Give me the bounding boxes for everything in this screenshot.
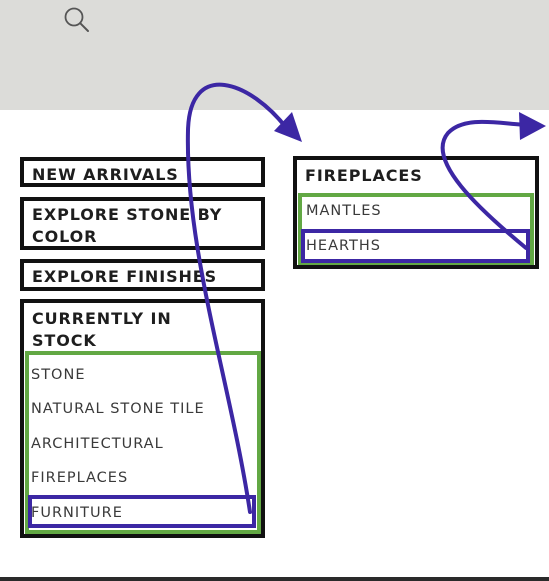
- submenu-item-mantles[interactable]: MANTLES: [306, 202, 382, 220]
- submenu-item-furniture[interactable]: FURNITURE: [31, 504, 123, 522]
- menu-label: NEW ARRIVALS: [32, 165, 179, 184]
- submenu-title: FIREPLACES: [305, 166, 423, 185]
- menu-item-explore-color[interactable]: EXPLORE STONE BY COLOR: [20, 197, 265, 250]
- arrowhead-right: [519, 112, 546, 140]
- search-icon[interactable]: [62, 5, 92, 35]
- header-bar: [0, 0, 549, 110]
- section-heading-line1: CURRENTLY IN: [32, 309, 172, 328]
- arrowhead-left: [274, 112, 302, 142]
- menu-label-line1: EXPLORE STONE BY: [32, 205, 223, 224]
- menu-label-line2: COLOR: [32, 227, 98, 246]
- footer-divider: [0, 577, 549, 581]
- menu-label: EXPLORE FINISHES: [32, 267, 218, 286]
- menu-item-new-arrivals[interactable]: NEW ARRIVALS: [20, 157, 265, 187]
- submenu-item-stone[interactable]: STONE: [31, 366, 85, 384]
- submenu-item-hearths[interactable]: HEARTHS: [306, 237, 381, 255]
- submenu-item-natural-stone-tile[interactable]: NATURAL STONE TILE: [31, 400, 205, 418]
- submenu-item-architectural[interactable]: ARCHITECTURAL: [31, 435, 164, 453]
- submenu-item-fireplaces[interactable]: FIREPLACES: [31, 469, 128, 487]
- section-heading-line2: STOCK: [32, 331, 97, 350]
- menu-item-explore-finishes[interactable]: EXPLORE FINISHES: [20, 259, 265, 291]
